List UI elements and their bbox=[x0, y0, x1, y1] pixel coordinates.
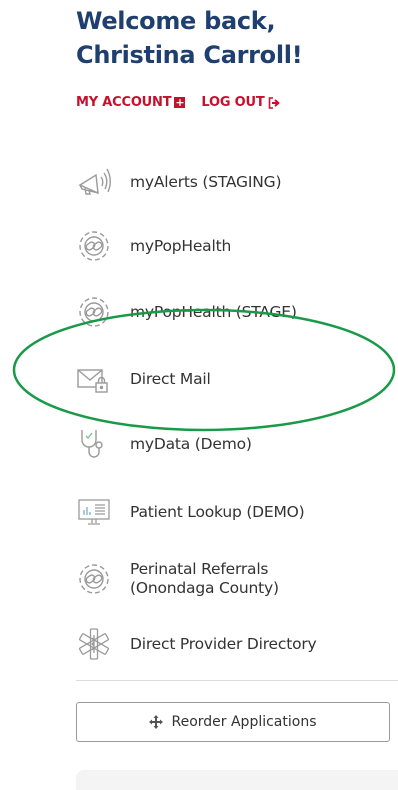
my-account-label: MY ACCOUNT bbox=[76, 95, 172, 110]
account-links: MY ACCOUNT + LOG OUT bbox=[76, 95, 282, 110]
plus-square-icon: + bbox=[174, 96, 186, 109]
app-mypophealth-stage[interactable]: myPopHealth (STAGE) bbox=[76, 292, 297, 332]
user-name: Christina Carroll! bbox=[76, 41, 303, 69]
app-label: Perinatal Referrals (Onondaga County) bbox=[130, 560, 279, 598]
app-label: myPopHealth bbox=[130, 236, 232, 255]
app-mydata-demo[interactable]: myData (Demo) bbox=[76, 424, 252, 464]
link-chain-icon bbox=[76, 294, 112, 330]
megaphone-icon bbox=[76, 164, 112, 200]
app-label: Direct Provider Directory bbox=[130, 634, 317, 653]
reorder-applications-label: Reorder Applications bbox=[171, 714, 317, 730]
app-label: myPopHealth (STAGE) bbox=[130, 302, 297, 321]
stethoscope-icon bbox=[76, 426, 112, 462]
app-direct-provider-directory[interactable]: Direct Provider Directory bbox=[76, 624, 317, 664]
app-patient-lookup-demo[interactable]: Patient Lookup (DEMO) bbox=[76, 492, 305, 532]
log-out-link[interactable]: LOG OUT bbox=[201, 95, 281, 110]
monitor-icon bbox=[76, 494, 112, 530]
app-label: myAlerts (STAGING) bbox=[130, 172, 282, 191]
log-out-label: LOG OUT bbox=[201, 95, 265, 110]
link-chain-icon bbox=[76, 228, 112, 264]
link-chain-icon bbox=[76, 561, 112, 597]
sign-out-icon bbox=[268, 96, 280, 109]
welcome-line-1: Welcome back, bbox=[76, 7, 276, 35]
app-direct-mail[interactable]: Direct Mail bbox=[76, 359, 211, 399]
welcome-heading: Welcome back, Christina Carroll! bbox=[76, 4, 303, 72]
move-arrows-icon bbox=[149, 715, 164, 729]
app-label: Direct Mail bbox=[130, 369, 211, 388]
app-mypophealth[interactable]: myPopHealth bbox=[76, 226, 231, 266]
bottom-panel bbox=[76, 770, 398, 790]
app-label-line-2: (Onondaga County) bbox=[130, 579, 279, 597]
app-label: Patient Lookup (DEMO) bbox=[130, 502, 305, 521]
app-label-line-1: Perinatal Referrals bbox=[130, 560, 269, 578]
my-account-link[interactable]: MY ACCOUNT + bbox=[76, 95, 186, 110]
reorder-applications-button[interactable]: Reorder Applications bbox=[76, 702, 390, 742]
star-of-life-icon bbox=[76, 626, 112, 662]
app-myalerts-staging[interactable]: myAlerts (STAGING) bbox=[76, 162, 281, 202]
app-perinatal-referrals[interactable]: Perinatal Referrals (Onondaga County) bbox=[76, 556, 279, 602]
app-label: myData (Demo) bbox=[130, 434, 252, 453]
divider bbox=[76, 680, 398, 681]
mail-lock-icon bbox=[76, 361, 112, 397]
